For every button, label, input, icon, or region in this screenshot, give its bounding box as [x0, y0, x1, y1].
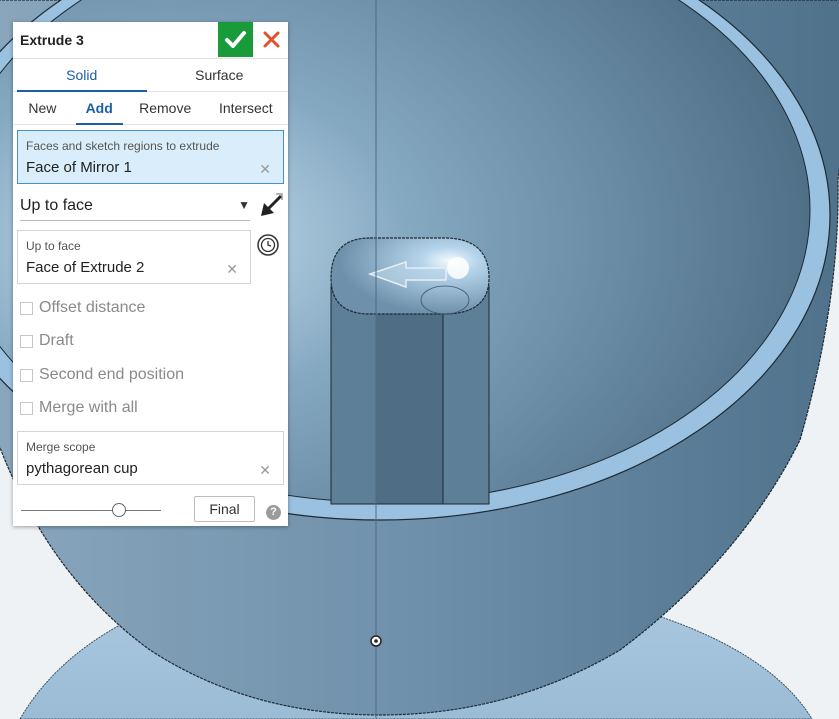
offset-distance-checkbox[interactable]: Offset distance: [20, 298, 145, 318]
second-end-position-checkbox[interactable]: Second end position: [20, 365, 184, 385]
confirm-button[interactable]: [218, 22, 253, 57]
checkbox-box: [20, 401, 33, 415]
tab-solid[interactable]: Solid: [13, 59, 151, 92]
checkbox-label: Draft: [39, 332, 74, 349]
dialog-title: Extrude 3: [20, 32, 84, 48]
up-to-face-label: Up to face: [26, 239, 81, 253]
rollback-slider-track[interactable]: [21, 510, 161, 511]
check-icon: [225, 31, 246, 48]
checkbox-label: Second end position: [39, 366, 184, 383]
cancel-button[interactable]: [256, 22, 288, 57]
checkbox-box: [20, 368, 33, 382]
chevron-down-icon: ▼: [238, 198, 250, 212]
faces-field-value: Face of Mirror 1: [26, 159, 132, 176]
draft-checkbox[interactable]: Draft: [20, 331, 74, 351]
origin-dot: [374, 639, 378, 643]
clear-icon[interactable]: ✕: [259, 161, 271, 178]
checkbox-label: Offset distance: [39, 299, 146, 316]
tab-add[interactable]: Add: [72, 92, 127, 125]
up-to-face-value: Face of Extrude 2: [26, 259, 145, 276]
up-to-face-field[interactable]: Up to face Face of Extrude 2 ✕: [17, 230, 251, 284]
body-type-tabs: Solid Surface: [13, 59, 288, 92]
faces-to-extrude-field[interactable]: Faces and sketch regions to extrude Face…: [17, 130, 284, 184]
tab-surface[interactable]: Surface: [151, 59, 289, 91]
checkbox-box: [20, 334, 33, 348]
center-post-face: [375, 285, 444, 505]
checkbox-box: [20, 301, 33, 315]
help-icon[interactable]: ?: [266, 505, 281, 520]
clock-icon: [257, 234, 279, 256]
tab-new[interactable]: New: [13, 92, 72, 124]
clear-icon[interactable]: ✕: [226, 261, 238, 278]
arrow-handle[interactable]: [447, 257, 469, 279]
flip-direction-button[interactable]: [259, 192, 285, 220]
merge-scope-field[interactable]: Merge scope pythagorean cup ✕: [17, 431, 284, 485]
merge-scope-value: pythagorean cup: [26, 460, 138, 477]
tab-remove[interactable]: Remove: [127, 92, 204, 124]
tab-intersect[interactable]: Intersect: [204, 92, 288, 124]
merge-with-all-checkbox[interactable]: Merge with all: [20, 398, 138, 418]
dialog-header: Extrude 3: [13, 22, 288, 59]
end-type-value: Up to face: [20, 197, 93, 214]
extrude-feature-dialog: Extrude 3 Solid Surface New Add Remove I…: [13, 22, 288, 526]
end-type-dropdown[interactable]: Up to face ▼: [20, 194, 250, 221]
close-icon: [263, 31, 280, 48]
rollback-slider-handle[interactable]: [112, 503, 126, 517]
operation-tabs: New Add Remove Intersect: [13, 92, 288, 125]
clock-button[interactable]: [256, 233, 280, 257]
clear-icon[interactable]: ✕: [259, 462, 271, 479]
flip-direction-arrow-icon: [261, 193, 283, 216]
faces-field-label: Faces and sketch regions to extrude: [26, 139, 220, 153]
checkbox-label: Merge with all: [39, 399, 138, 416]
final-button[interactable]: Final: [194, 496, 255, 522]
merge-scope-label: Merge scope: [26, 440, 96, 454]
